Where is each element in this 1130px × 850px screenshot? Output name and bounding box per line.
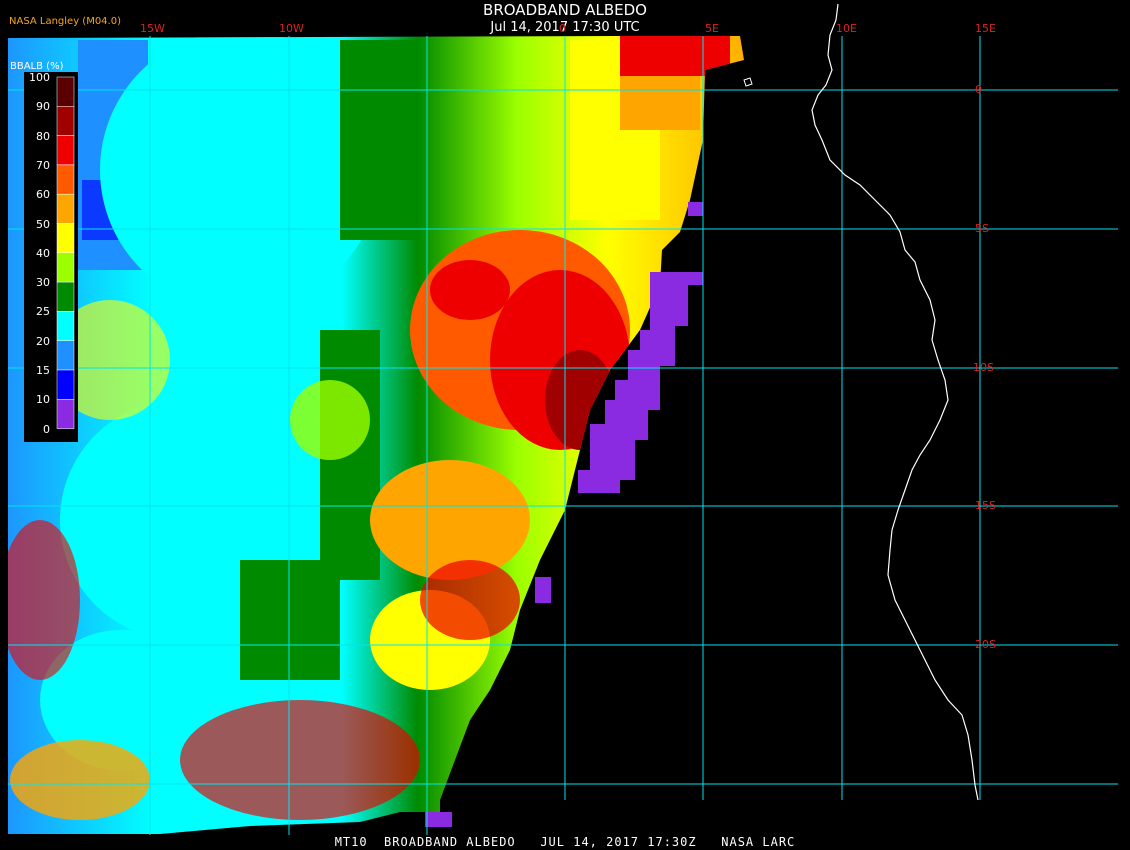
colorbar-tick-label: 10 bbox=[36, 393, 50, 407]
lon-label-10e: 10E bbox=[836, 22, 857, 35]
colorbar-tick-label: 80 bbox=[36, 129, 50, 143]
lat-label-15s: 15S bbox=[975, 499, 996, 512]
colorbar-swatch bbox=[56, 106, 75, 136]
colorbar-tick-label: 0 bbox=[43, 422, 50, 436]
lon-label-0: 0 bbox=[559, 22, 566, 35]
colorbar-tick-label: 90 bbox=[36, 100, 50, 114]
colorbar-tick-label: 15 bbox=[36, 364, 50, 377]
colorbar-swatch bbox=[56, 193, 75, 224]
colorbar-tick-label: 50 bbox=[36, 217, 50, 231]
colorbar-swatch bbox=[56, 340, 75, 371]
colorbar-swatch bbox=[56, 399, 75, 429]
colorbar-tick-label: 25 bbox=[36, 305, 50, 319]
lon-label-15e: 15E bbox=[975, 22, 996, 35]
coastline bbox=[811, 3, 979, 801]
colorbar-swatch bbox=[56, 223, 75, 254]
albedo-map bbox=[8, 3, 1118, 835]
colorbar-tick-label: 30 bbox=[36, 276, 50, 290]
lon-label-10w: 10W bbox=[279, 22, 304, 35]
lat-label-10s: 10S bbox=[973, 361, 994, 374]
lon-label-15w: 15W bbox=[140, 22, 165, 35]
island bbox=[743, 77, 753, 87]
colorbar-swatch bbox=[56, 135, 75, 166]
map-title: BROADBAND ALBEDO bbox=[483, 1, 647, 19]
colorbar-swatch bbox=[56, 281, 75, 312]
footer-caption: MT10 BROADBAND ALBEDO JUL 14, 2017 17:30… bbox=[334, 835, 796, 849]
colorbar-tick-label: 40 bbox=[36, 246, 50, 260]
colorbar-tick-label: 60 bbox=[36, 188, 50, 202]
lat-label-20s: 20S bbox=[975, 638, 996, 651]
agency-label: NASA Langley (M04.0) bbox=[9, 16, 121, 27]
colorbar-swatch bbox=[56, 252, 75, 283]
colorbar-tick-label: 100 bbox=[29, 71, 50, 84]
colorbar-swatch bbox=[56, 369, 75, 400]
lon-label-5e: 5E bbox=[705, 22, 719, 35]
colorbar-tick-label: 20 bbox=[36, 334, 50, 348]
lat-label-0: 0 bbox=[975, 83, 982, 96]
colorbar-swatch bbox=[56, 164, 75, 195]
colorbar-tick-label: 70 bbox=[36, 158, 50, 172]
colorbar-swatch bbox=[56, 311, 75, 341]
colorbar-swatch bbox=[56, 76, 75, 107]
lat-label-5s: 5S bbox=[975, 222, 989, 235]
